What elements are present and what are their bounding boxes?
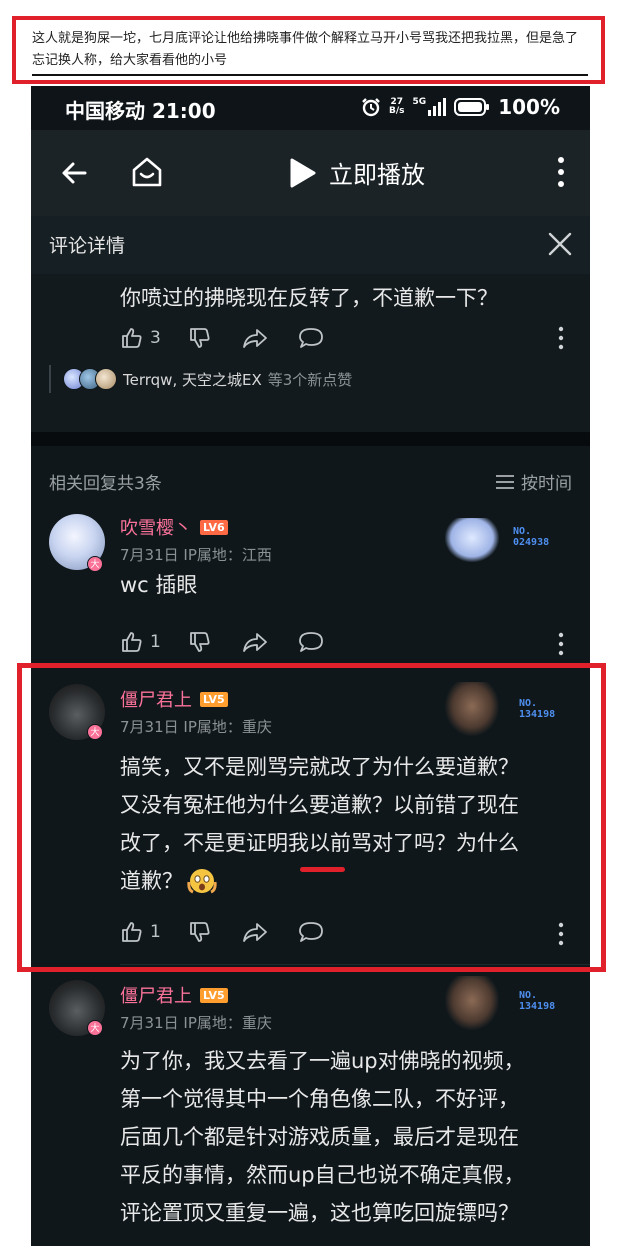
network-type: 5G xyxy=(412,97,427,107)
fan-no-value: 134198 xyxy=(519,1001,556,1012)
section-divider xyxy=(31,432,590,446)
reply-button[interactable] xyxy=(298,630,324,654)
liker-avatars xyxy=(63,368,117,390)
fan-no-label: NO. xyxy=(519,990,538,1001)
comment-detail-header: 评论详情 xyxy=(31,216,590,274)
like-button[interactable]: 3 xyxy=(120,326,188,350)
battery-percent: 100% xyxy=(498,95,560,119)
reply-button[interactable] xyxy=(298,326,324,350)
comment-more-icon[interactable] xyxy=(558,632,564,656)
like-count: 3 xyxy=(150,328,161,348)
username-text: 僵尸君上 xyxy=(120,986,192,1007)
reply-text-line: 为了你，我又去看了一遍up对佛晓的视频， xyxy=(120,1049,525,1073)
thumbs-down-icon xyxy=(190,632,210,652)
original-comment-text: 你喷过的拂晓现在反转了，不道歉一下？ xyxy=(120,286,498,310)
reply-text-line: 评论置顶又重复一遍，这也算吃回旋镖吗？ xyxy=(120,1201,519,1225)
level-badge: LV6 xyxy=(200,519,228,535)
share-button[interactable] xyxy=(242,326,298,350)
home-icon[interactable] xyxy=(129,154,165,190)
likers-extra: 等3个新点赞 xyxy=(267,370,353,389)
username-text: 吹雪樱丶 xyxy=(120,518,192,539)
likers-names: Terrqw, 天空之城EX xyxy=(123,370,262,389)
new-likers-row[interactable]: Terrqw, 天空之城EX 等3个新点赞 xyxy=(49,365,352,393)
liker-avatar xyxy=(95,368,117,390)
sort-label: 按时间 xyxy=(521,474,572,494)
reply-text: wc 插眼 xyxy=(120,573,198,597)
share-icon xyxy=(243,329,267,348)
annotation-caption: 这人就是狗屎一坨，七月底评论让他给拂晓事件做个解释立马开小号骂我还把我拉黑，但是… xyxy=(32,31,579,68)
comment-more-icon[interactable] xyxy=(558,326,564,350)
highlight-box xyxy=(17,663,606,972)
close-icon[interactable] xyxy=(548,232,572,256)
reply-meta: 7月31日 IP属地：重庆 xyxy=(120,1014,272,1032)
more-vertical-icon[interactable] xyxy=(556,156,566,188)
carrier-time: 中国移动 21:00 xyxy=(65,99,216,123)
back-arrow-icon[interactable] xyxy=(59,158,89,188)
comment-bubble-icon xyxy=(299,328,323,348)
replies-count: 相关回复共3条 xyxy=(49,474,162,494)
like-count: 1 xyxy=(150,632,161,652)
net-speed: 27 B/s xyxy=(389,98,405,116)
like-button[interactable]: 1 xyxy=(120,630,188,654)
reply-text-line: 第一个觉得其中一个角色像二队，不好评， xyxy=(120,1087,519,1111)
dislike-button[interactable] xyxy=(188,630,242,654)
battery-icon xyxy=(454,98,490,116)
reply-username[interactable]: 僵尸君上 LV5 xyxy=(120,982,228,1008)
fan-badge-number: NO. 024938 xyxy=(513,526,549,548)
replies-header: 相关回复共3条 按时间 xyxy=(31,446,590,504)
reply-text-line: 后面几个都是针对游戏质量，最后才是现在 xyxy=(120,1125,519,1149)
reply-text: 为了你，我又去看了一遍up对佛晓的视频， 第一个觉得其中一个角色像二队，不好评，… xyxy=(120,1042,572,1232)
thumbs-up-icon xyxy=(122,328,142,348)
status-bar: 中国移动 21:00 27 B/s 5G 100% xyxy=(31,86,590,130)
thumbs-up-icon xyxy=(122,632,142,652)
reply-text-line: 平反的事情，然而up自己也说不确定真假， xyxy=(120,1163,525,1187)
comment-detail-title: 评论详情 xyxy=(49,235,126,257)
level-badge: LV5 xyxy=(200,987,228,1003)
highlight-underline xyxy=(300,867,345,872)
fan-badge-image xyxy=(445,518,499,562)
fan-badge-number: NO. 134198 xyxy=(519,990,555,1012)
fan-no-value: 024938 xyxy=(513,537,550,548)
play-now-label: 立即播放 xyxy=(329,161,425,189)
reply-meta: 7月31日 IP属地：江西 xyxy=(120,546,272,564)
top-nav-bar: 立即播放 xyxy=(31,130,590,216)
thumbs-down-icon xyxy=(190,328,210,348)
reply-actions: 1 xyxy=(120,630,324,654)
sort-by-time-button[interactable]: 按时间 xyxy=(495,469,572,494)
net-speed-unit: B/s xyxy=(389,106,405,116)
play-now-button[interactable]: 立即播放 xyxy=(289,155,425,190)
avatar-badge: 大 xyxy=(87,556,103,572)
original-comment-actions: 3 xyxy=(120,326,324,350)
alarm-icon xyxy=(362,98,380,117)
status-icons: 27 B/s 5G 100% xyxy=(361,95,560,119)
comment-bubble-icon xyxy=(299,632,323,652)
sort-icon xyxy=(496,474,514,489)
annotation-box: 这人就是狗屎一坨，七月底评论让他给拂晓事件做个解释立马开小号骂我还把我拉黑，但是… xyxy=(12,16,605,84)
share-icon xyxy=(243,633,267,652)
fan-no-label: NO. xyxy=(513,526,532,537)
reply-username[interactable]: 吹雪樱丶 LV6 xyxy=(120,514,228,540)
avatar-badge: 大 xyxy=(87,1020,103,1036)
original-comment: 你喷过的拂晓现在反转了，不道歉一下？ 3 Terrqw, 天空之城EX 等3个新… xyxy=(31,274,590,432)
fan-badge-image xyxy=(445,976,499,1030)
reply-item: 大 僵尸君上 LV5 7月31日 IP属地：重庆 NO. 134198 为了你，… xyxy=(31,974,590,1246)
play-icon xyxy=(290,158,316,187)
annotation-underline xyxy=(32,74,588,76)
signal-icon: 5G xyxy=(413,98,447,116)
dislike-button[interactable] xyxy=(188,326,242,350)
share-button[interactable] xyxy=(242,630,298,654)
